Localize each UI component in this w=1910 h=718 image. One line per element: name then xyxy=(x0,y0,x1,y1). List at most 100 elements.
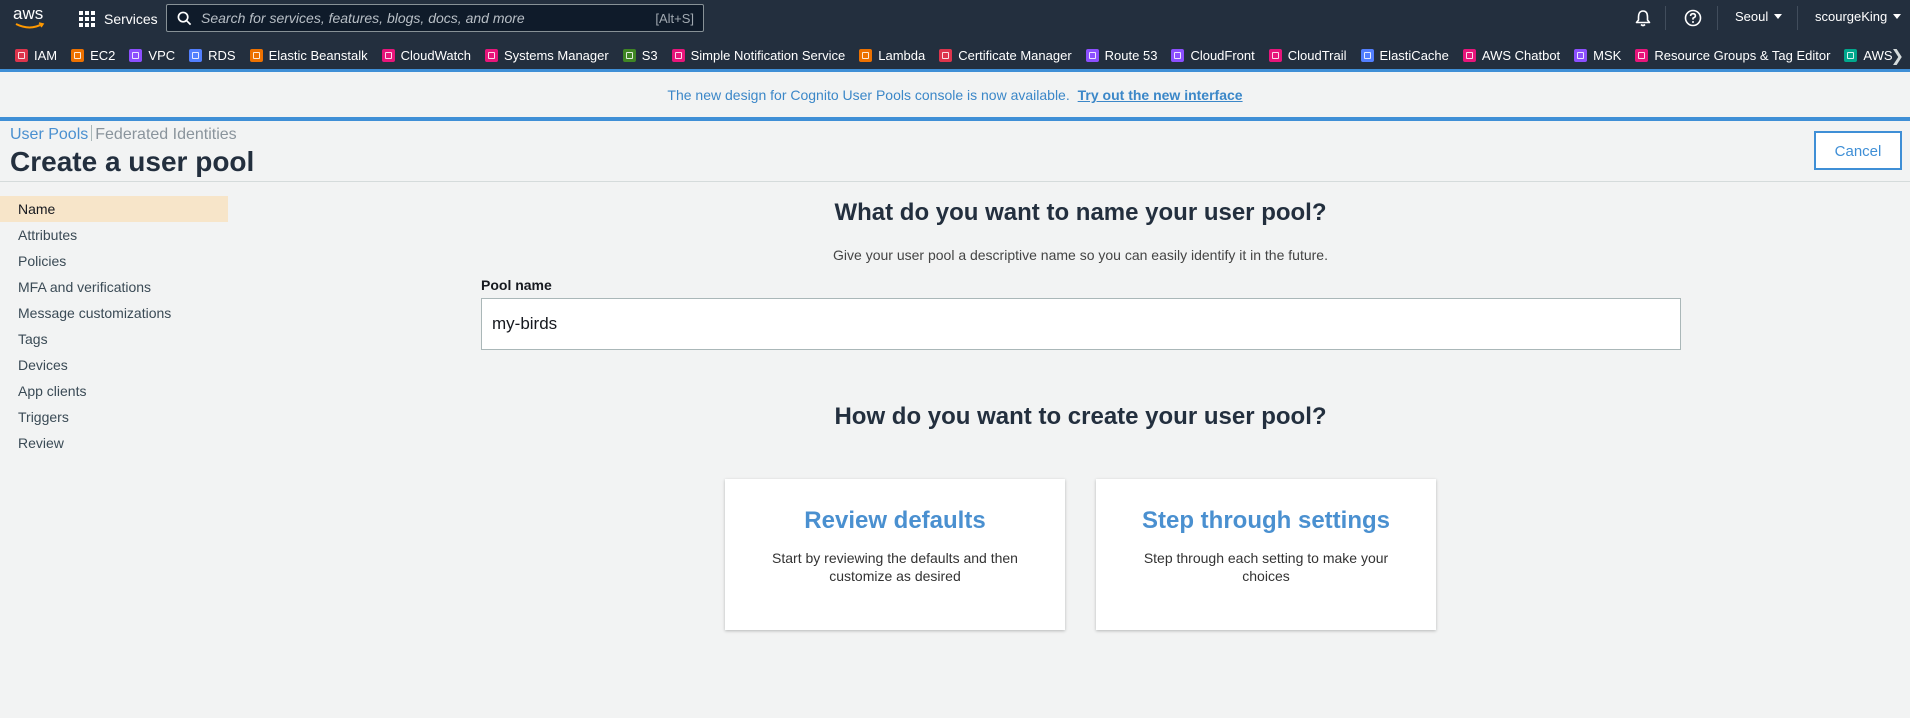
service-icon xyxy=(484,48,498,62)
favorite-label: Resource Groups & Tag Editor xyxy=(1654,47,1831,63)
favorite-simple-notification-service[interactable]: Simple Notification Service xyxy=(671,42,846,68)
service-icon xyxy=(1635,48,1649,62)
favorite-msk[interactable]: MSK xyxy=(1574,42,1621,68)
banner-divider xyxy=(0,117,1910,121)
pool-name-label: Pool name xyxy=(481,277,552,293)
favorite-label: AWS Chatbot xyxy=(1481,47,1561,63)
search-input[interactable] xyxy=(201,5,601,31)
step-policies[interactable]: Policies xyxy=(0,248,228,274)
federated-identities-link[interactable]: Federated Identities xyxy=(95,126,236,143)
search-shortcut-hint: [Alt+S] xyxy=(655,11,694,26)
service-icon xyxy=(1360,48,1374,62)
favorite-label: VPC xyxy=(148,47,176,63)
service-icon xyxy=(1268,48,1282,62)
favorites-bar: IAM EC2 VPC RDS Elastic Beanstalk CloudWatch S… xyxy=(0,42,1910,68)
favorite-certificate-manager[interactable]: Certificate Manager xyxy=(939,42,1072,68)
service-icon xyxy=(1171,48,1185,62)
favorite-cloudtrail[interactable]: CloudTrail xyxy=(1268,42,1347,68)
favorite-elasticache[interactable]: ElastiCache xyxy=(1360,42,1449,68)
favorite-label: CloudTrail xyxy=(1287,47,1347,63)
favorite-label: MSK xyxy=(1593,47,1622,63)
favorite-s3[interactable]: S3 xyxy=(622,42,658,68)
bell-icon[interactable] xyxy=(1634,9,1652,27)
chevron-right-icon[interactable]: ❯ xyxy=(1891,46,1904,66)
new-console-banner: The new design for Cognito User Pools co… xyxy=(0,72,1910,118)
service-icon xyxy=(249,48,263,62)
service-icon xyxy=(71,48,85,62)
caret-down-icon xyxy=(1893,14,1902,19)
nav-divider xyxy=(1717,6,1718,30)
step-name[interactable]: Name xyxy=(0,196,228,222)
step-through-settings-title: Step through settings xyxy=(1142,507,1390,534)
step-triggers[interactable]: Triggers xyxy=(0,404,228,430)
step-tags[interactable]: Tags xyxy=(0,326,228,352)
pool-name-input[interactable] xyxy=(481,298,1681,350)
step-message-customizations[interactable]: Message customizations xyxy=(0,300,228,326)
favorite-label: CloudFront xyxy=(1190,47,1255,63)
service-icon xyxy=(1574,48,1588,62)
favorite-rds[interactable]: RDS xyxy=(189,42,236,68)
step-attributes[interactable]: Attributes xyxy=(0,222,228,248)
favorite-resource-groups-tag-editor[interactable]: Resource Groups & Tag Editor xyxy=(1635,42,1830,68)
favorite-systems-manager[interactable]: Systems Manager xyxy=(484,42,609,68)
favorite-vpc[interactable]: VPC xyxy=(129,42,175,68)
aws-smile-icon xyxy=(15,22,45,29)
service-icon xyxy=(1085,48,1099,62)
header-divider xyxy=(0,181,1910,182)
favorite-lambda[interactable]: Lambda xyxy=(859,42,925,68)
caret-down-icon xyxy=(1774,14,1783,19)
favorite-cloudfront[interactable]: CloudFront xyxy=(1171,42,1255,68)
favorite-aws[interactable]: AWS xyxy=(1844,42,1893,68)
services-label: Services xyxy=(104,11,158,27)
step-mfa-and-verifications[interactable]: MFA and verifications xyxy=(0,274,228,300)
nav-divider xyxy=(1665,6,1666,30)
service-icon xyxy=(1844,48,1858,62)
favorite-label: CloudWatch xyxy=(400,47,471,63)
page-title: Create a user pool xyxy=(10,146,255,177)
service-icon xyxy=(381,48,395,62)
step-devices[interactable]: Devices xyxy=(0,352,228,378)
top-navigation: aws Services [Alt+S] Seoul scourgeKi xyxy=(0,0,1910,72)
service-icon xyxy=(859,48,873,62)
favorite-aws-chatbot[interactable]: AWS Chatbot xyxy=(1462,42,1561,68)
aws-logo-text: aws xyxy=(13,4,44,23)
breadcrumb-separator xyxy=(91,125,93,141)
favorite-ec2[interactable]: EC2 xyxy=(71,42,115,68)
search-box[interactable]: [Alt+S] xyxy=(166,4,704,32)
review-defaults-card[interactable]: Review defaults Start by reviewing the d… xyxy=(725,479,1065,630)
services-menu-button[interactable]: Services xyxy=(79,9,158,29)
review-defaults-title: Review defaults xyxy=(804,507,986,534)
step-app-clients[interactable]: App clients xyxy=(0,378,228,404)
favorite-label: ElastiCache xyxy=(1379,47,1449,63)
name-question-heading: What do you want to name your user pool? xyxy=(834,199,1327,226)
account-menu[interactable]: scourgeKing xyxy=(1815,9,1902,24)
wizard-steps-nav: Name Attributes Policies MFA and verificati… xyxy=(0,196,228,456)
step-review[interactable]: Review xyxy=(0,430,228,456)
help-icon[interactable] xyxy=(1684,9,1702,27)
favorite-label: RDS xyxy=(208,47,236,63)
step-through-settings-card[interactable]: Step through settings Step through each … xyxy=(1096,479,1436,630)
review-defaults-description: Start by reviewing the defaults and then… xyxy=(772,550,1018,584)
favorite-elastic-beanstalk[interactable]: Elastic Beanstalk xyxy=(249,42,368,68)
banner-text: The new design for Cognito User Pools co… xyxy=(667,87,1070,103)
favorite-label: Lambda xyxy=(878,47,926,63)
service-icon xyxy=(671,48,685,62)
favorite-label: Route 53 xyxy=(1104,47,1158,63)
favorite-label: AWS xyxy=(1863,47,1893,63)
cancel-button[interactable]: Cancel xyxy=(1814,131,1902,170)
favorite-cloudwatch[interactable]: CloudWatch xyxy=(381,42,471,68)
favorite-route-53[interactable]: Route 53 xyxy=(1085,42,1158,68)
region-selector[interactable]: Seoul xyxy=(1735,9,1783,24)
service-icon xyxy=(189,48,203,62)
nav-divider xyxy=(1797,6,1798,30)
service-icon xyxy=(622,48,636,62)
user-pools-link[interactable]: User Pools xyxy=(10,126,88,143)
try-new-interface-link[interactable]: Try out the new interface xyxy=(1078,87,1243,103)
favorite-label: Simple Notification Service xyxy=(690,47,846,63)
aws-logo[interactable]: aws xyxy=(13,5,47,31)
service-icon xyxy=(15,48,28,62)
favorite-iam[interactable]: IAM xyxy=(15,42,57,68)
region-label: Seoul xyxy=(1735,9,1769,24)
favorite-label: Elastic Beanstalk xyxy=(268,47,368,63)
step-through-settings-description: Step through each setting to make your c… xyxy=(1143,550,1389,584)
